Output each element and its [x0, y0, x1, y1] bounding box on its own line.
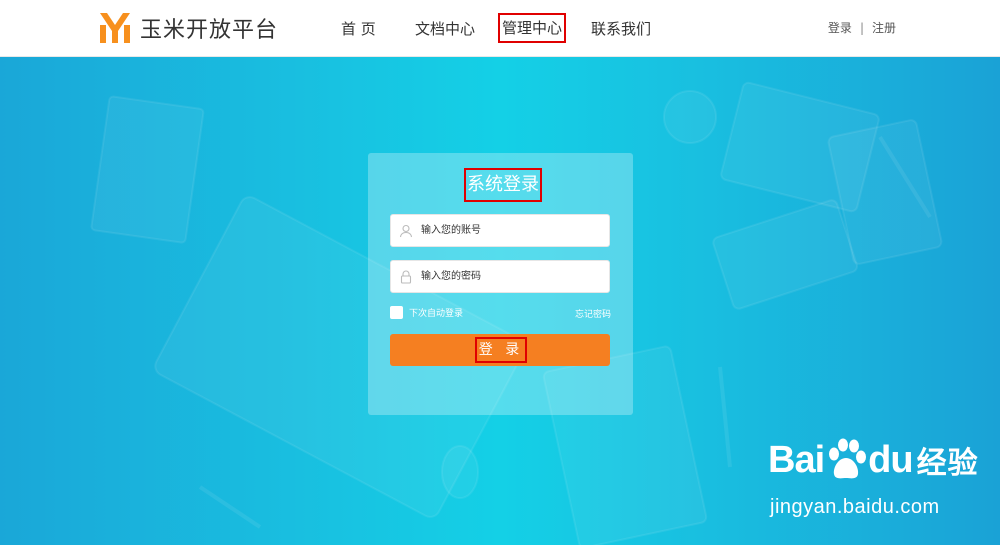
baidu-paw-icon — [829, 438, 867, 479]
auth-separator: | — [859, 20, 864, 35]
ym-logo-icon — [100, 13, 130, 43]
hero-background: 系统登录 下次自动登录 忘记密码 — [0, 57, 1000, 545]
watermark-brand-suffix: du — [868, 438, 913, 481]
password-input[interactable] — [421, 261, 601, 292]
login-button[interactable]: 登 录 — [390, 334, 610, 366]
top-header: 玉米开放平台 首 页 文档中心 管理中心 联系我们 登录 | 注册 — [0, 0, 1000, 57]
account-field[interactable] — [390, 214, 610, 247]
watermark-brand-cn: 经验 — [916, 447, 979, 480]
watermark-url: jingyan.baidu.com — [770, 496, 940, 518]
remember-checkbox[interactable] — [390, 306, 403, 319]
account-input[interactable] — [421, 215, 601, 246]
logo-text: 玉米开放平台 — [140, 18, 279, 43]
remember-label: 下次自动登录 — [409, 309, 464, 319]
nav-contact[interactable]: 联系我们 — [591, 16, 651, 42]
nav-docs[interactable]: 文档中心 — [415, 16, 475, 42]
login-button-label: 登 录 — [475, 337, 527, 363]
nav-home[interactable]: 首 页 — [341, 16, 376, 42]
login-link[interactable]: 登录 — [828, 19, 852, 36]
user-icon — [391, 214, 421, 247]
nav-manage[interactable]: 管理中心 — [498, 13, 567, 43]
site-logo[interactable]: 玉米开放平台 — [98, 10, 278, 46]
remember-row: 下次自动登录 — [390, 306, 463, 319]
baidu-watermark: Bai du 经验 jingyan.baidu.com — [768, 438, 979, 518]
login-title: 系统登录 — [464, 168, 542, 202]
login-card: 系统登录 下次自动登录 忘记密码 — [368, 153, 633, 415]
password-field[interactable] — [390, 260, 610, 293]
forgot-password-link[interactable]: 忘记密码 — [575, 307, 611, 320]
watermark-brand: Bai — [768, 438, 825, 481]
register-link[interactable]: 注册 — [872, 19, 896, 36]
auth-links: 登录 | 注册 — [828, 19, 896, 36]
lock-icon — [391, 260, 421, 293]
